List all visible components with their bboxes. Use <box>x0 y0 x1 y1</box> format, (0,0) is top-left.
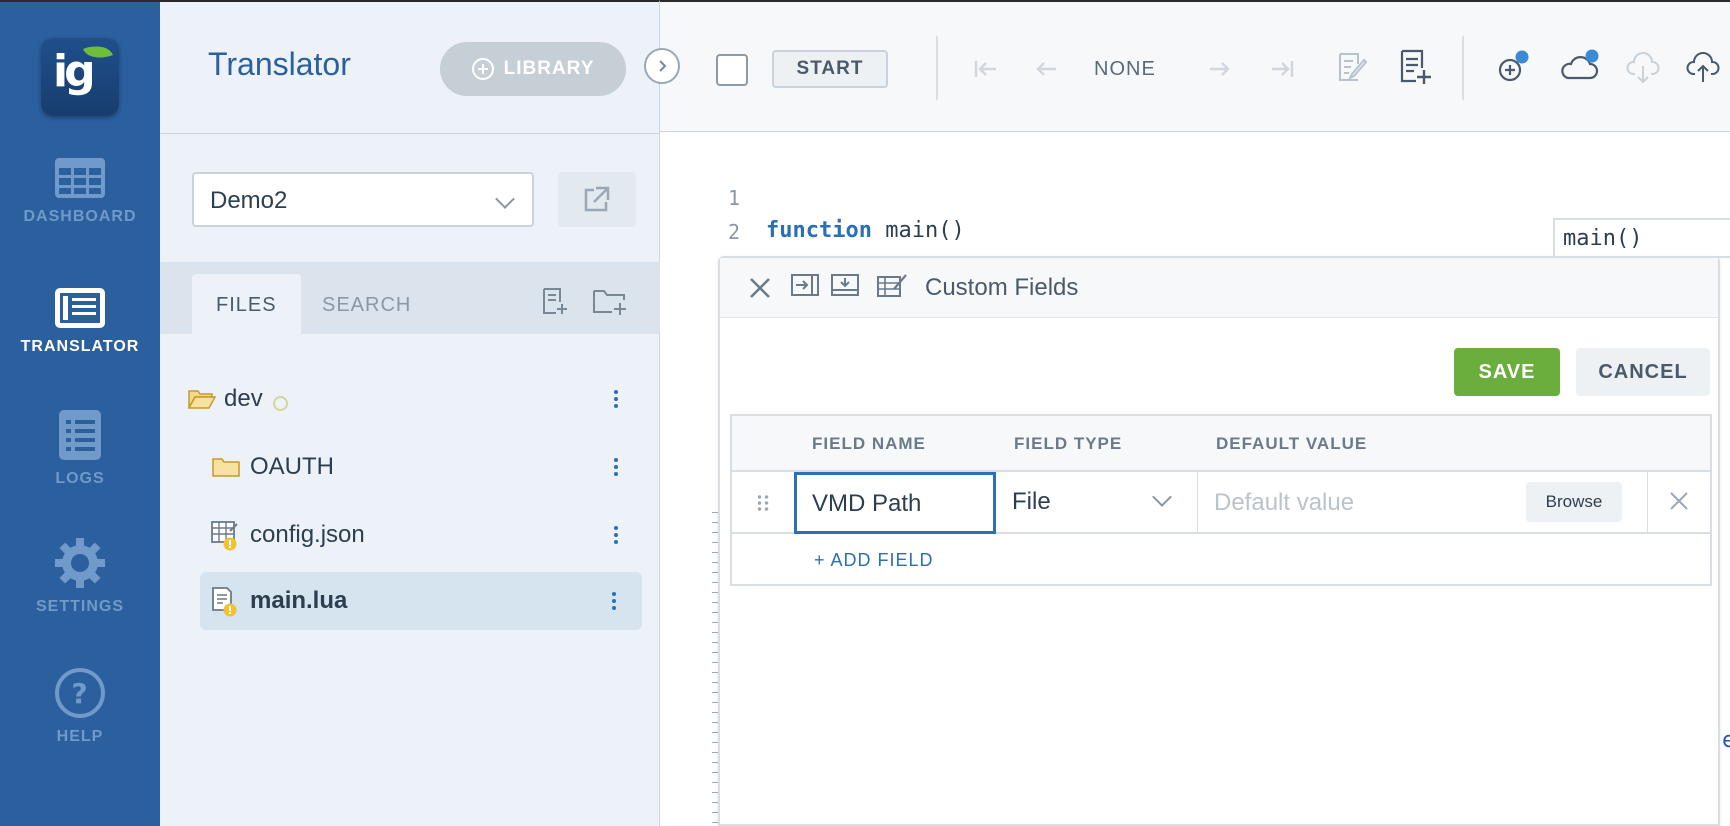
collapse-sidebar-button[interactable] <box>644 48 680 84</box>
tab-files[interactable]: FILES <box>192 274 301 334</box>
library-button[interactable]: LIBRARY <box>440 42 626 96</box>
previous-message-icon[interactable] <box>1034 58 1058 80</box>
dashboard-icon <box>55 158 105 198</box>
last-message-icon[interactable] <box>1268 58 1296 80</box>
library-label: LIBRARY <box>503 58 595 79</box>
tree-item-label: OAUTH <box>250 453 334 480</box>
tab-search[interactable]: SEARCH <box>298 274 435 334</box>
nav-item-help[interactable]: ? HELP <box>0 666 160 746</box>
line-number: 1 <box>728 186 741 210</box>
page-title: Translator <box>208 46 351 82</box>
code-fragment: e <box>1722 728 1730 753</box>
table-row: VMD Path File Default value Browse <box>732 472 1710 534</box>
dock-right-icon[interactable] <box>790 272 820 298</box>
remove-field-icon[interactable] <box>1668 490 1690 512</box>
custom-fields-panel: Custom Fields SAVE CANCEL FIELD NAME FIE… <box>718 256 1720 826</box>
nav-item-logs[interactable]: LOGS <box>0 408 160 488</box>
column-header-field-type: FIELD TYPE <box>1014 434 1123 453</box>
custom-fields-icon <box>877 274 907 297</box>
column-header-field-name: FIELD NAME <box>812 434 926 453</box>
logs-icon <box>59 410 101 460</box>
more-options-icon[interactable] <box>614 390 618 408</box>
status-circle-icon <box>272 395 288 411</box>
sidebar-tabs: FILES SEARCH <box>160 262 660 334</box>
tree-item-label: dev <box>224 385 263 412</box>
start-button[interactable]: START <box>772 50 888 88</box>
tree-item-label: config.json <box>250 521 365 548</box>
project-select[interactable]: Demo2 <box>192 172 534 227</box>
chevron-down-icon <box>1152 487 1172 507</box>
editor-toolbar: START NONE <box>660 0 1730 132</box>
file-sidebar: Translator LIBRARY Demo2 FILES SEARCH de… <box>160 0 660 826</box>
first-message-icon[interactable] <box>972 58 1000 80</box>
nav-label-settings: SETTINGS <box>35 598 124 615</box>
open-external-button[interactable] <box>558 172 636 227</box>
line-number: 2 <box>728 220 741 244</box>
cloud-upload-icon[interactable] <box>1686 50 1720 84</box>
nav-item-dashboard[interactable]: DASHBOARD <box>0 156 160 226</box>
lua-file-icon <box>212 587 237 617</box>
tree-item-dev[interactable]: dev <box>160 370 660 428</box>
nav-label-translator: TRANSLATOR <box>20 338 140 355</box>
sidebar-header: Translator LIBRARY <box>160 2 660 134</box>
edit-sample-icon[interactable] <box>1336 50 1368 84</box>
tree-item-config-json[interactable]: config.json <box>160 506 660 564</box>
more-options-icon[interactable] <box>614 526 618 544</box>
function-list-dropdown[interactable]: main() <box>1553 218 1730 258</box>
tree-item-main-lua[interactable]: main.lua <box>200 572 642 630</box>
code-keyword: function <box>766 218 872 243</box>
more-options-icon[interactable] <box>614 458 618 476</box>
chevron-right-icon <box>659 60 667 72</box>
panel-header: Custom Fields <box>720 258 1718 318</box>
gear-icon <box>55 538 105 588</box>
run-checkbox[interactable] <box>716 54 748 86</box>
panel-title: Custom Fields <box>925 274 1079 301</box>
code-text: main() <box>871 218 965 243</box>
code-line: function main() <box>766 218 965 243</box>
drag-handle-icon[interactable] <box>756 494 770 512</box>
plus-circle-icon <box>471 58 494 80</box>
external-link-icon <box>584 186 610 212</box>
new-file-icon[interactable] <box>540 286 570 316</box>
browse-button[interactable]: Browse <box>1526 482 1622 522</box>
more-options-icon[interactable] <box>612 592 616 610</box>
main-nav: ig DASHBOARD TRANSLATOR LOGS SETTINGS ? … <box>0 0 160 826</box>
tree-item-label: main.lua <box>250 587 348 614</box>
nav-item-settings[interactable]: SETTINGS <box>0 536 160 616</box>
nav-label-logs: LOGS <box>55 470 105 487</box>
column-header-default-value: DEFAULT VALUE <box>1216 434 1368 453</box>
project-select-value: Demo2 <box>210 187 288 214</box>
message-position-label: NONE <box>1094 58 1156 80</box>
folder-icon <box>212 458 240 477</box>
add-sample-icon[interactable] <box>1398 48 1432 86</box>
field-type-value: File <box>1012 488 1051 515</box>
app-logo[interactable]: ig <box>41 38 119 116</box>
field-type-select[interactable]: File <box>996 472 1198 532</box>
add-component-icon[interactable] <box>1496 50 1530 84</box>
svg-text:?: ? <box>71 677 88 710</box>
field-name-input[interactable]: VMD Path <box>794 472 996 534</box>
cloud-icon[interactable] <box>1560 48 1600 82</box>
toolbar-divider <box>1462 36 1464 100</box>
next-message-icon[interactable] <box>1208 58 1232 80</box>
toolbar-divider <box>936 36 938 100</box>
fields-table: FIELD NAME FIELD TYPE DEFAULT VALUE VMD … <box>730 414 1712 586</box>
new-folder-icon[interactable] <box>592 286 628 316</box>
add-field-link[interactable]: + ADD FIELD <box>814 550 934 571</box>
json-file-icon <box>211 521 238 551</box>
folder-open-icon <box>188 390 216 409</box>
translator-icon <box>55 288 105 328</box>
cancel-button[interactable]: CANCEL <box>1576 348 1710 396</box>
save-button[interactable]: SAVE <box>1454 348 1560 396</box>
tree-item-oauth[interactable]: OAUTH <box>160 438 660 496</box>
nav-label-help: HELP <box>56 728 104 745</box>
help-icon: ? <box>55 668 105 718</box>
table-header: FIELD NAME FIELD TYPE DEFAULT VALUE <box>732 416 1710 472</box>
nav-item-translator[interactable]: TRANSLATOR <box>0 286 160 356</box>
cloud-download-icon[interactable] <box>1626 50 1660 84</box>
close-icon[interactable] <box>748 276 772 300</box>
nav-label-dashboard: DASHBOARD <box>23 208 137 225</box>
dock-bottom-icon[interactable] <box>830 272 860 298</box>
chevron-down-icon <box>495 189 515 209</box>
